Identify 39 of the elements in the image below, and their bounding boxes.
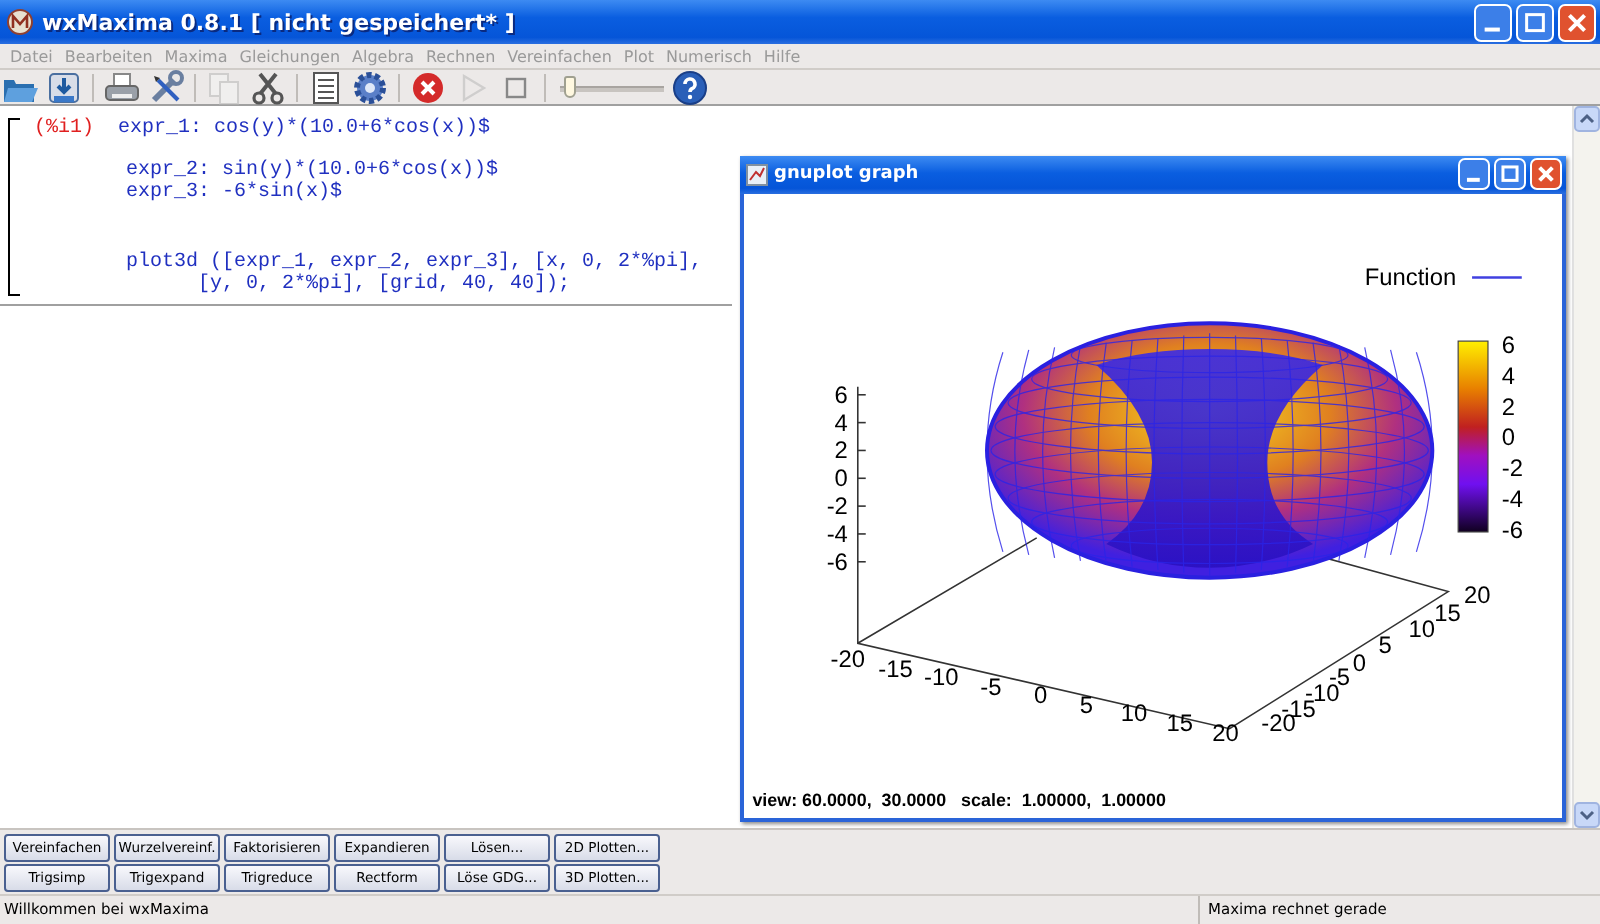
axis-tick-label: -20 bbox=[830, 644, 866, 673]
colorbar-tick-label: -6 bbox=[1501, 515, 1524, 544]
axis-tick-label: 10 bbox=[1408, 615, 1435, 644]
axis-tick-label: 0 bbox=[1352, 648, 1367, 677]
plot-window-title: gnuplot graph bbox=[774, 164, 921, 185]
axis-tick-label: 15 bbox=[1166, 708, 1194, 737]
axis-tick-label: -10 bbox=[924, 662, 959, 691]
axis-tick-label: 4 bbox=[834, 408, 848, 437]
colorbar-tick-label: -4 bbox=[1501, 484, 1524, 513]
colorbar-tick-label: 2 bbox=[1501, 392, 1516, 421]
axis-tick-label: 2 bbox=[834, 436, 848, 465]
axis-tick-label: 5 bbox=[1378, 631, 1392, 659]
legend-label: Function bbox=[1364, 263, 1457, 292]
colorbar-tick-label: 6 bbox=[1501, 330, 1516, 359]
axis-tick-label: 20 bbox=[1212, 718, 1239, 747]
code-line: plot3d ([expr_1, expr_2, expr_3], [x, 0, 2*%pi], bbox=[126, 252, 703, 274]
code-line: expr_2: sin(y)*(10.0+6*cos(x))$ bbox=[126, 160, 501, 182]
axis-tick-label: 0 bbox=[1034, 680, 1048, 709]
axis-tick-label: 20 bbox=[1464, 581, 1491, 610]
axis-tick-label: 10 bbox=[1120, 698, 1148, 727]
code-line: expr_1: cos(y)*(10.0+6*cos(x))$ bbox=[118, 118, 493, 140]
axis-tick-label: 5 bbox=[1079, 690, 1094, 719]
axis-tick-label: -4 bbox=[826, 519, 848, 548]
axis-tick-label: 0 bbox=[834, 464, 848, 492]
axis-tick-label: 6 bbox=[834, 380, 848, 409]
view-status-text: view: 60.0000, 30.0000 scale: 1.00000, 1.00000 bbox=[752, 790, 1166, 811]
axis-tick-label: -2 bbox=[826, 491, 848, 520]
axis-tick-label: -6 bbox=[826, 547, 848, 576]
plot-window-titlebar[interactable]: gnuplot graph bbox=[740, 156, 1566, 194]
code-line: [y, 0, 2*%pi], [grid, 40, 40]); bbox=[196, 274, 573, 296]
axis-tick-label: -15 bbox=[878, 654, 913, 683]
code-line: expr_3: -6*sin(x)$ bbox=[126, 182, 345, 204]
window-title: wxMaxima 0.8.1 [ nicht gespeichert* ] bbox=[42, 9, 517, 35]
colorbar-tick-label: -2 bbox=[1501, 454, 1524, 483]
axis-tick-label: -5 bbox=[980, 672, 1002, 701]
colorbar-tick-label: 4 bbox=[1501, 361, 1516, 390]
axis-tick-label: 15 bbox=[1434, 599, 1461, 628]
input-label: (%i1) bbox=[34, 118, 97, 144]
colorbar-tick-label: 0 bbox=[1501, 423, 1516, 452]
